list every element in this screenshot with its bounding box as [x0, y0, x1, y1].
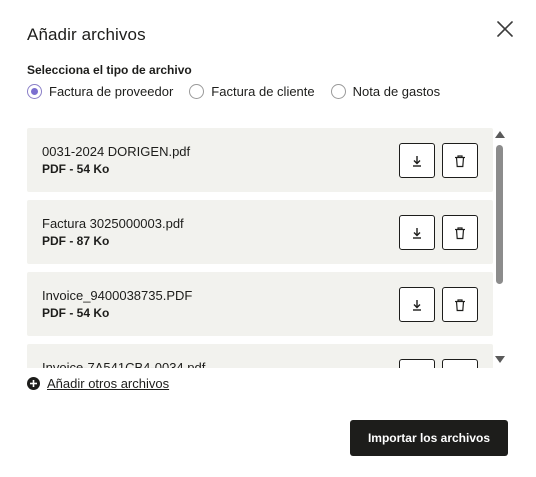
delete-button[interactable]	[442, 215, 478, 250]
file-list-scrollbar[interactable]	[494, 128, 506, 368]
scroll-up-arrow-icon[interactable]	[495, 131, 505, 138]
radio-unchecked-icon[interactable]	[189, 84, 205, 99]
radio-label: Factura de proveedor	[49, 84, 174, 99]
download-icon	[413, 155, 421, 167]
file-name: Invoice_9400038735.PDF	[42, 288, 193, 303]
radio-factura-cliente[interactable]: Factura de cliente	[189, 84, 315, 99]
add-files-dialog: Añadir archivos Selecciona el tipo de ar…	[0, 0, 536, 477]
radio-label: Nota de gastos	[352, 84, 441, 99]
file-name: Factura 3025000003.pdf	[42, 216, 184, 231]
download-icon	[413, 227, 421, 239]
download-button[interactable]	[399, 359, 435, 368]
file-name: Invoice-7A541CB4-0034.pdf	[42, 360, 206, 368]
radio-label: Factura de cliente	[211, 84, 315, 99]
file-meta: PDF - 87 Ko	[42, 234, 110, 248]
trash-icon	[455, 298, 465, 311]
dialog-title: Añadir archivos	[27, 25, 146, 44]
file-item: Factura 3025000003.pdf PDF - 87 Ko	[27, 200, 493, 264]
download-button[interactable]	[399, 143, 435, 178]
file-type-label: Selecciona el tipo de archivo	[27, 63, 192, 77]
file-list: 0031-2024 DORIGEN.pdf PDF - 54 Ko Factur…	[27, 128, 493, 368]
file-meta: PDF - 54 Ko	[42, 162, 110, 176]
import-files-button[interactable]: Importar los archivos	[350, 420, 508, 456]
scroll-thumb[interactable]	[496, 145, 503, 284]
delete-button[interactable]	[442, 359, 478, 368]
file-name: 0031-2024 DORIGEN.pdf	[42, 144, 191, 159]
trash-icon	[455, 154, 465, 167]
delete-button[interactable]	[442, 287, 478, 322]
file-item: Invoice-7A541CB4-0034.pdf	[27, 344, 493, 368]
close-button[interactable]	[494, 18, 516, 40]
file-type-radio-group: Factura de proveedor Factura de cliente …	[27, 84, 456, 99]
download-button[interactable]	[399, 215, 435, 250]
add-more-files-link[interactable]: Añadir otros archivos	[27, 376, 169, 391]
file-item: Invoice_9400038735.PDF PDF - 54 Ko	[27, 272, 493, 336]
radio-nota-gastos[interactable]: Nota de gastos	[330, 84, 441, 99]
file-item: 0031-2024 DORIGEN.pdf PDF - 54 Ko	[27, 128, 493, 192]
download-icon	[413, 299, 421, 311]
trash-icon	[455, 226, 465, 239]
close-icon	[497, 21, 513, 37]
radio-factura-proveedor[interactable]: Factura de proveedor	[27, 84, 173, 99]
file-meta: PDF - 54 Ko	[42, 306, 110, 320]
add-more-files-label: Añadir otros archivos	[47, 376, 170, 391]
scroll-down-arrow-icon[interactable]	[495, 356, 505, 363]
radio-unchecked-icon[interactable]	[330, 84, 346, 99]
plus-circle-icon	[27, 377, 40, 390]
radio-checked-icon[interactable]	[27, 84, 42, 99]
download-button[interactable]	[399, 287, 435, 322]
delete-button[interactable]	[442, 143, 478, 178]
